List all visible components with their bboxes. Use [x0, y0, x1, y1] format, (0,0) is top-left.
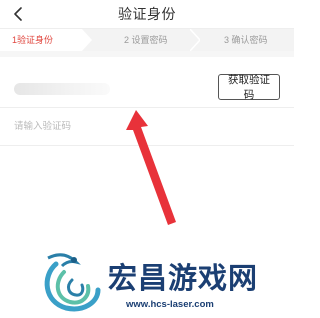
watermark-brand: 宏昌游戏网	[108, 261, 259, 295]
dragon-logo-icon	[44, 253, 101, 312]
watermark-url: www.hcs-laser.com	[126, 299, 214, 310]
